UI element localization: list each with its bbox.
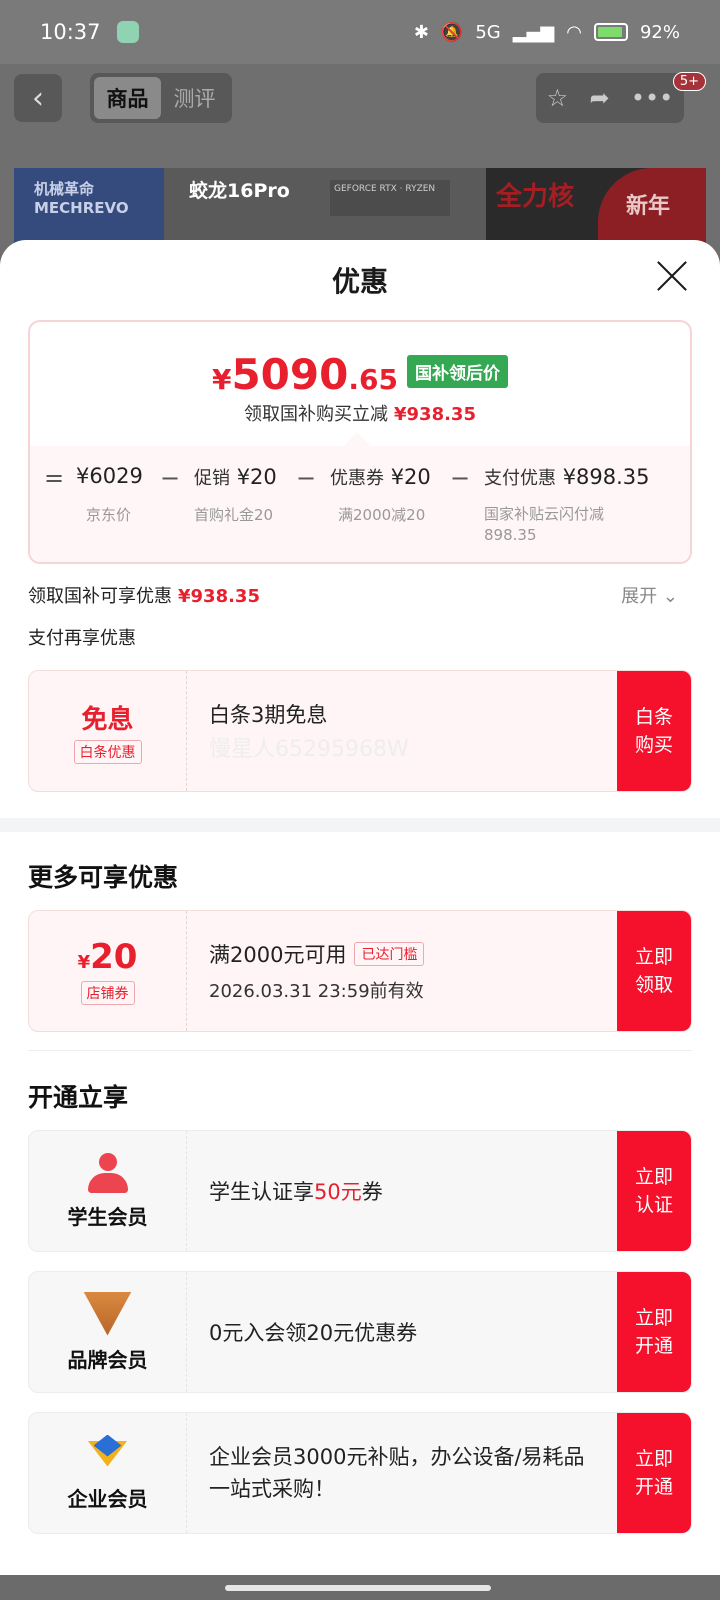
- jd-price: ¥6029: [76, 464, 143, 488]
- subsidy-price-tag: 国补领后价: [407, 355, 509, 388]
- pay-discount-heading: 支付再享优惠: [28, 628, 136, 649]
- more-discounts-title: 更多可享优惠: [28, 863, 179, 892]
- join-brand-button[interactable]: 立即开通: [617, 1272, 691, 1392]
- coupon-info: 满2000元可用 已达门槛 2026.03.31 23:59前有效: [209, 911, 609, 1031]
- section-divider: [0, 818, 720, 832]
- star-icon[interactable]: ☆: [547, 84, 569, 112]
- close-icon[interactable]: [652, 256, 692, 296]
- open-benefits-title: 开通立享: [28, 1083, 129, 1112]
- home-indicator[interactable]: [225, 1585, 491, 1591]
- tab-review[interactable]: 测评: [161, 77, 228, 119]
- bluetooth-icon: ✱: [413, 21, 429, 43]
- chevron-down-icon: ⌄: [662, 586, 678, 607]
- enterprise-member-card: 企业会员 企业会员3000元补贴，办公设备/易耗品一站式采购！ 立即开通: [28, 1412, 692, 1534]
- equals-sign: =: [44, 464, 65, 492]
- shop-coupon-card: ¥20 店铺券 满2000元可用 已达门槛 2026.03.31 23:59前有效…: [28, 910, 692, 1032]
- interest-free-label: 免息: [81, 704, 134, 735]
- chevron-left-icon: ‹: [32, 80, 44, 116]
- sheet-title: 优惠: [331, 265, 388, 298]
- status-time: 10:37: [40, 20, 101, 44]
- coupon-discount-label: 满2000减20: [338, 506, 426, 524]
- brand-v-icon: [83, 1291, 132, 1336]
- jd-price-label: 京东价: [86, 506, 132, 524]
- status-icons: ✱ 🔕 5G ▂▄▆ ◠ 92%: [414, 22, 680, 43]
- payment-discount-label: 国家补贴云闪付减898.35: [484, 505, 605, 544]
- enterprise-member-desc: 企业会员3000元补贴，办公设备/易耗品一站式采购！: [209, 1445, 585, 1501]
- enterprise-member-label: 企业会员: [67, 1486, 148, 1511]
- promo-discount: 促销 ¥20: [194, 465, 277, 489]
- baitiao-tag: 白条优惠: [73, 739, 142, 764]
- product-page-background: ‹ 商品 测评 ☆ ➦ ••• 5+ 机械革命 MECHREVO 蛟龙16Pro…: [0, 64, 720, 278]
- student-member-card: 学生会员 学生认证享50元券 立即认证: [28, 1130, 692, 1252]
- banner-chip: GEFORCE RTX · RYZEN: [330, 180, 450, 216]
- brand-member-label: 品牌会员: [67, 1347, 148, 1372]
- expand-button[interactable]: 展开 ⌄: [621, 582, 678, 608]
- status-bar: 10:37 ✱ 🔕 5G ▂▄▆ ◠ 92%: [0, 0, 720, 64]
- watermark: 慢星人65295968W: [209, 737, 409, 762]
- verify-student-button[interactable]: 立即认证: [617, 1131, 691, 1251]
- coupon-discount: 优惠券 ¥20: [330, 465, 431, 489]
- baitiao-left: 免息 白条优惠: [29, 671, 187, 791]
- final-price: ¥5090.65 国补领后价: [30, 350, 690, 399]
- join-enterprise-button[interactable]: 立即开通: [617, 1413, 691, 1533]
- battery-icon: [593, 23, 628, 41]
- baitiao-buy-button[interactable]: 白条购买: [617, 671, 691, 791]
- mute-icon: 🔕: [440, 21, 464, 43]
- brand-member-desc: 0元入会领20元优惠券: [209, 1321, 418, 1345]
- promo-discount-label: 首购礼金20: [194, 506, 274, 524]
- baitiao-card: 免息 白条优惠 白条3期免息 慢星人65295968W 白条购买: [28, 670, 692, 792]
- signal-icon: 5G: [475, 21, 501, 43]
- page-tabs: 商品 测评: [90, 73, 232, 123]
- price-subtitle: 领取国补购买立减 ¥938.35: [244, 404, 476, 425]
- claim-coupon-button[interactable]: 立即领取: [617, 911, 691, 1031]
- message-badge: 5+: [672, 72, 706, 91]
- payment-discount: 支付优惠 ¥898.35: [484, 465, 650, 489]
- price-breakdown: = ¥6029 京东价 − 促销 ¥20 首购礼金20 − 优惠券 ¥20 满2…: [30, 446, 690, 562]
- coupon-amount: ¥20: [77, 937, 138, 977]
- wifi-icon: ◠: [566, 21, 582, 43]
- minus-sign: −: [450, 464, 471, 492]
- coupon-expiry: 2026.03.31 23:59前有效: [209, 981, 424, 1002]
- threshold-met-tag: 已达门槛: [354, 942, 425, 966]
- signal-icon-2: ▂▄▆: [512, 21, 555, 43]
- minus-sign: −: [160, 464, 181, 492]
- back-button[interactable]: ‹: [14, 74, 62, 122]
- more-icon[interactable]: •••: [631, 84, 673, 112]
- student-member-label: 学生会员: [67, 1204, 148, 1229]
- app-notification-icon: [116, 21, 139, 43]
- person-icon: [87, 1152, 128, 1193]
- battery-level: 92%: [639, 21, 680, 43]
- baitiao-desc-area: 白条3期免息 慢星人65295968W: [209, 671, 609, 791]
- discount-sheet: 优惠 ¥5090.65 国补领后价 领取国补购买立减 ¥938.35 = ¥602…: [0, 240, 720, 1575]
- enterprise-member-left: 企业会员: [29, 1413, 187, 1533]
- brand-member-left: 品牌会员: [29, 1272, 187, 1392]
- banner-model: 蛟龙16Pro: [189, 180, 290, 202]
- student-member-left: 学生会员: [29, 1131, 187, 1251]
- subsidy-row: 领取国补可享优惠 ¥938.35: [28, 586, 260, 607]
- enterprise-icon: [84, 1435, 132, 1475]
- shop-coupon-tag: 店铺券: [80, 981, 135, 1005]
- coupon-condition: 满2000元可用: [209, 943, 347, 967]
- coupon-left: ¥20 店铺券: [29, 911, 187, 1031]
- baitiao-desc: 白条3期免息: [209, 703, 328, 727]
- top-actions: ☆ ➦ •••: [536, 73, 684, 123]
- minus-sign: −: [296, 464, 317, 492]
- brand-member-card: 品牌会员 0元入会领20元优惠券 立即开通: [28, 1271, 692, 1393]
- student-member-desc: 学生认证享50元券: [209, 1180, 383, 1204]
- share-icon[interactable]: ➦: [589, 84, 609, 112]
- price-card: ¥5090.65 国补领后价 领取国补购买立减 ¥938.35 = ¥6029 京…: [28, 320, 692, 564]
- tab-product[interactable]: 商品: [94, 77, 161, 119]
- divider-line: [28, 1050, 692, 1051]
